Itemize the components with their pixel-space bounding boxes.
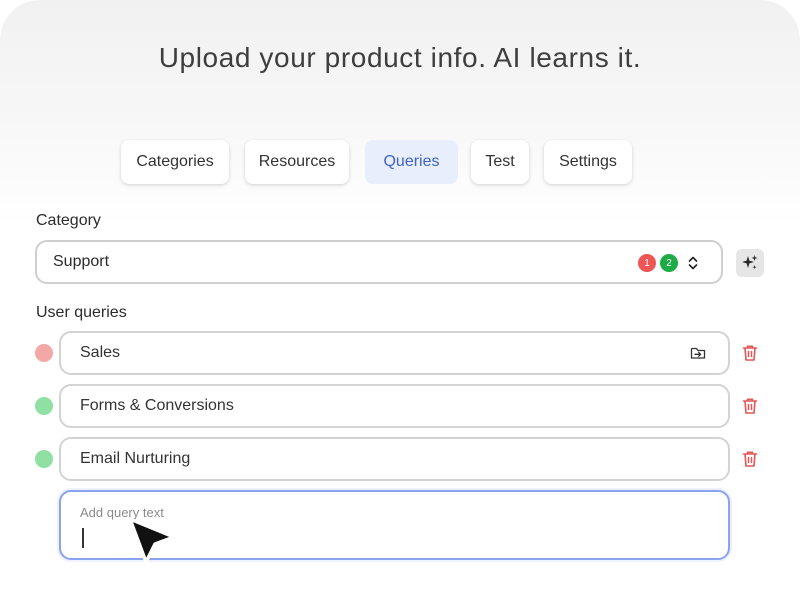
query-row: Forms & Conversions — [0, 384, 800, 428]
page-headline: Upload your product info. AI learns it. — [158, 42, 642, 73]
text-caret — [82, 528, 84, 548]
category-select[interactable]: Support 1 2 — [35, 240, 723, 284]
tab-categories[interactable]: Categories — [121, 140, 229, 184]
category-label: Category — [36, 212, 101, 229]
tab-queries[interactable]: Queries — [365, 140, 458, 184]
status-dot — [35, 397, 53, 415]
trash-icon[interactable] — [742, 450, 758, 468]
user-queries-label: User queries — [36, 304, 127, 321]
trash-icon[interactable] — [742, 344, 758, 362]
chevron-up-down-icon — [688, 256, 698, 270]
ai-generate-button[interactable] — [736, 249, 764, 277]
query-input[interactable]: Email Nurturing — [59, 437, 730, 481]
success-count-badge: 2 — [660, 254, 678, 272]
query-input[interactable]: Sales — [59, 331, 730, 375]
tab-test[interactable]: Test — [471, 140, 529, 184]
mouse-pointer-icon — [128, 517, 176, 564]
main-card: Upload your product info. AI learns it. … — [0, 0, 800, 596]
tab-settings[interactable]: Settings — [544, 140, 632, 184]
error-count-badge: 1 — [638, 254, 656, 272]
query-row: Sales — [0, 331, 800, 375]
sparkles-icon — [742, 255, 758, 270]
query-text: Forms & Conversions — [80, 397, 234, 414]
tab-bar: Categories Resources Queries Test Settin… — [0, 140, 800, 184]
query-row: Email Nurturing — [0, 437, 800, 481]
query-text: Sales — [80, 344, 121, 361]
status-dot — [35, 344, 53, 362]
tab-resources[interactable]: Resources — [245, 140, 349, 184]
status-dot — [35, 450, 53, 468]
query-input[interactable]: Forms & Conversions — [59, 384, 730, 428]
category-value: Support — [53, 253, 110, 270]
query-text: Email Nurturing — [80, 450, 191, 467]
folder-move-icon[interactable] — [690, 345, 706, 361]
trash-icon[interactable] — [742, 397, 758, 415]
